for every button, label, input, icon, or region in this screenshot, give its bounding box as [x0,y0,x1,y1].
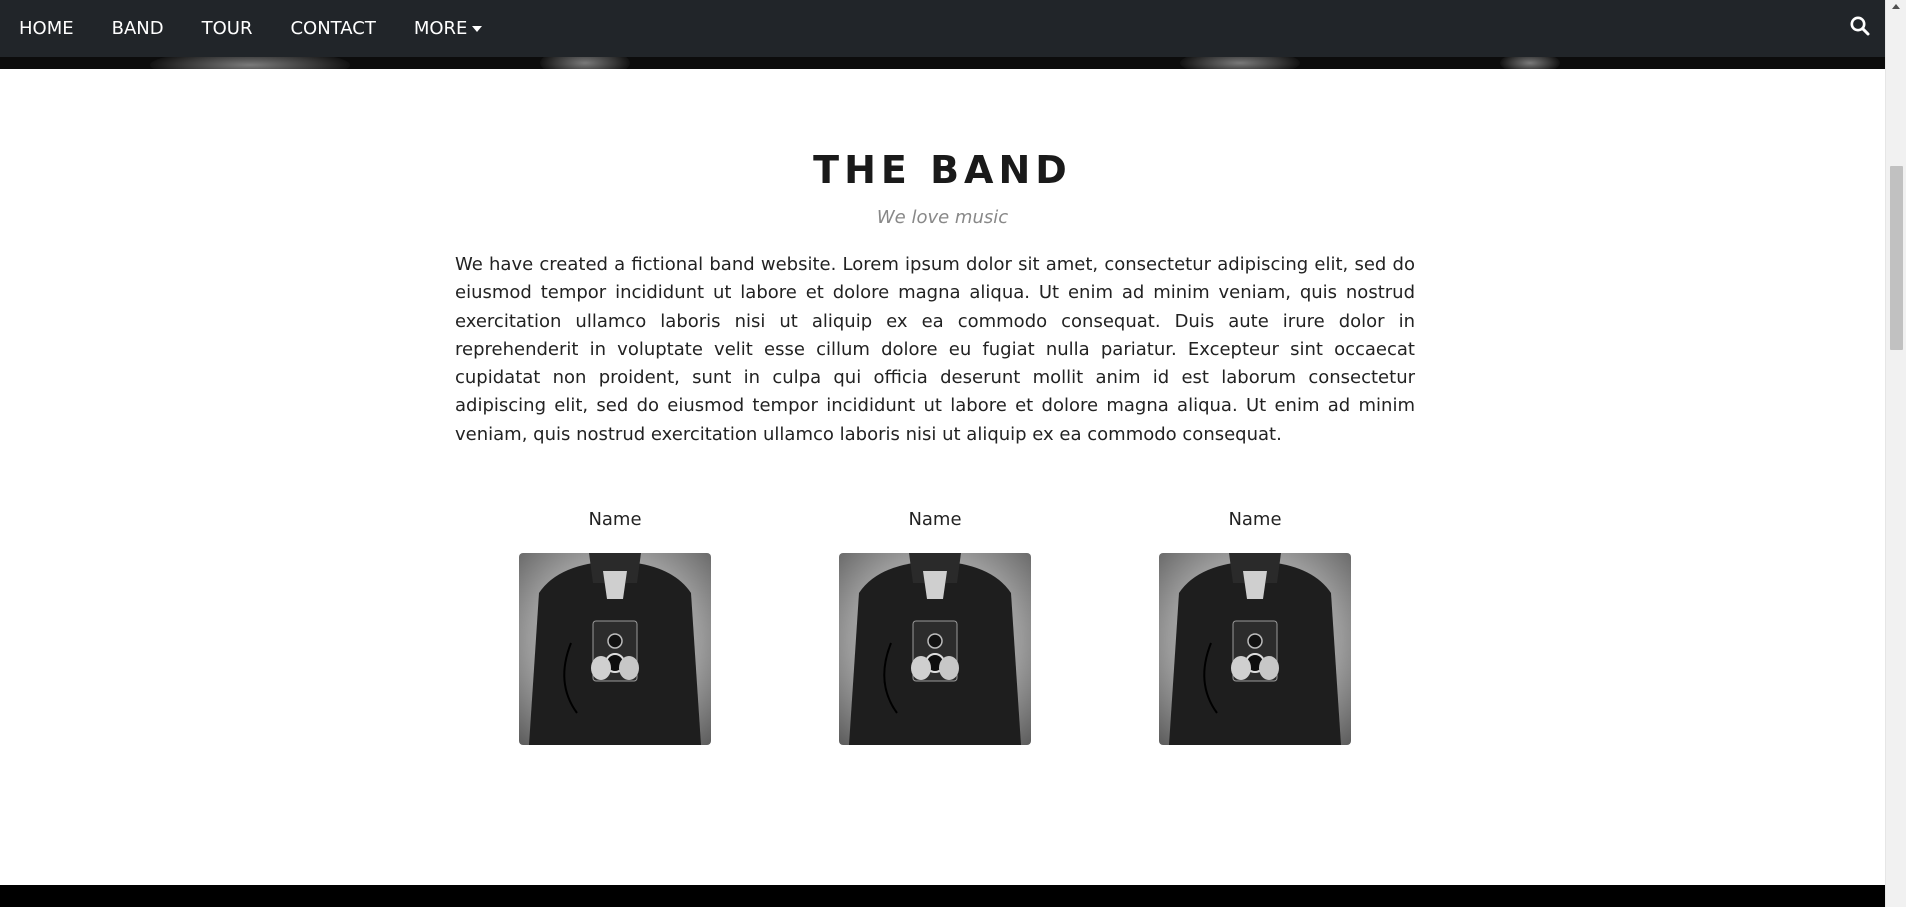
nav-home-link[interactable]: HOME [19,18,74,39]
band-member-card: Name [519,505,711,745]
nav-more-label: MORE [413,18,468,39]
nav-home-label: HOME [19,18,74,39]
band-member-name: Name [908,509,962,530]
nav-contact-label: CONTACT [290,18,376,39]
band-member-name: Name [588,509,642,530]
page-scrollbar[interactable] [1885,0,1906,907]
top-navbar: HOME BAND TOUR CONTACT MORE [0,0,1885,57]
scroll-up-arrow-icon[interactable] [1892,4,1900,9]
band-section-subtitle: We love music [876,207,1009,228]
band-member-card: Name [1159,505,1351,745]
band-member-photo[interactable] [1159,553,1351,745]
next-section-edge [0,885,1885,907]
band-member-photo[interactable] [519,553,711,745]
scrollbar-thumb[interactable] [1890,166,1903,350]
nav-tour-label: TOUR [201,18,253,39]
nav-more-dropdown[interactable]: MORE [414,18,483,39]
nav-band-label: BAND [111,18,164,39]
nav-contact-link[interactable]: CONTACT [290,18,375,39]
band-section-title: THE BAND [813,148,1072,192]
band-member-card: Name [839,505,1031,745]
nav-band-link[interactable]: BAND [112,18,164,39]
band-member-name: Name [1228,509,1282,530]
caret-down-icon [472,25,483,32]
nav-tour-link[interactable]: TOUR [202,18,253,39]
band-member-photo[interactable] [839,553,1031,745]
band-description: We have created a fictional band website… [455,254,1415,445]
search-icon[interactable] [1849,15,1871,37]
